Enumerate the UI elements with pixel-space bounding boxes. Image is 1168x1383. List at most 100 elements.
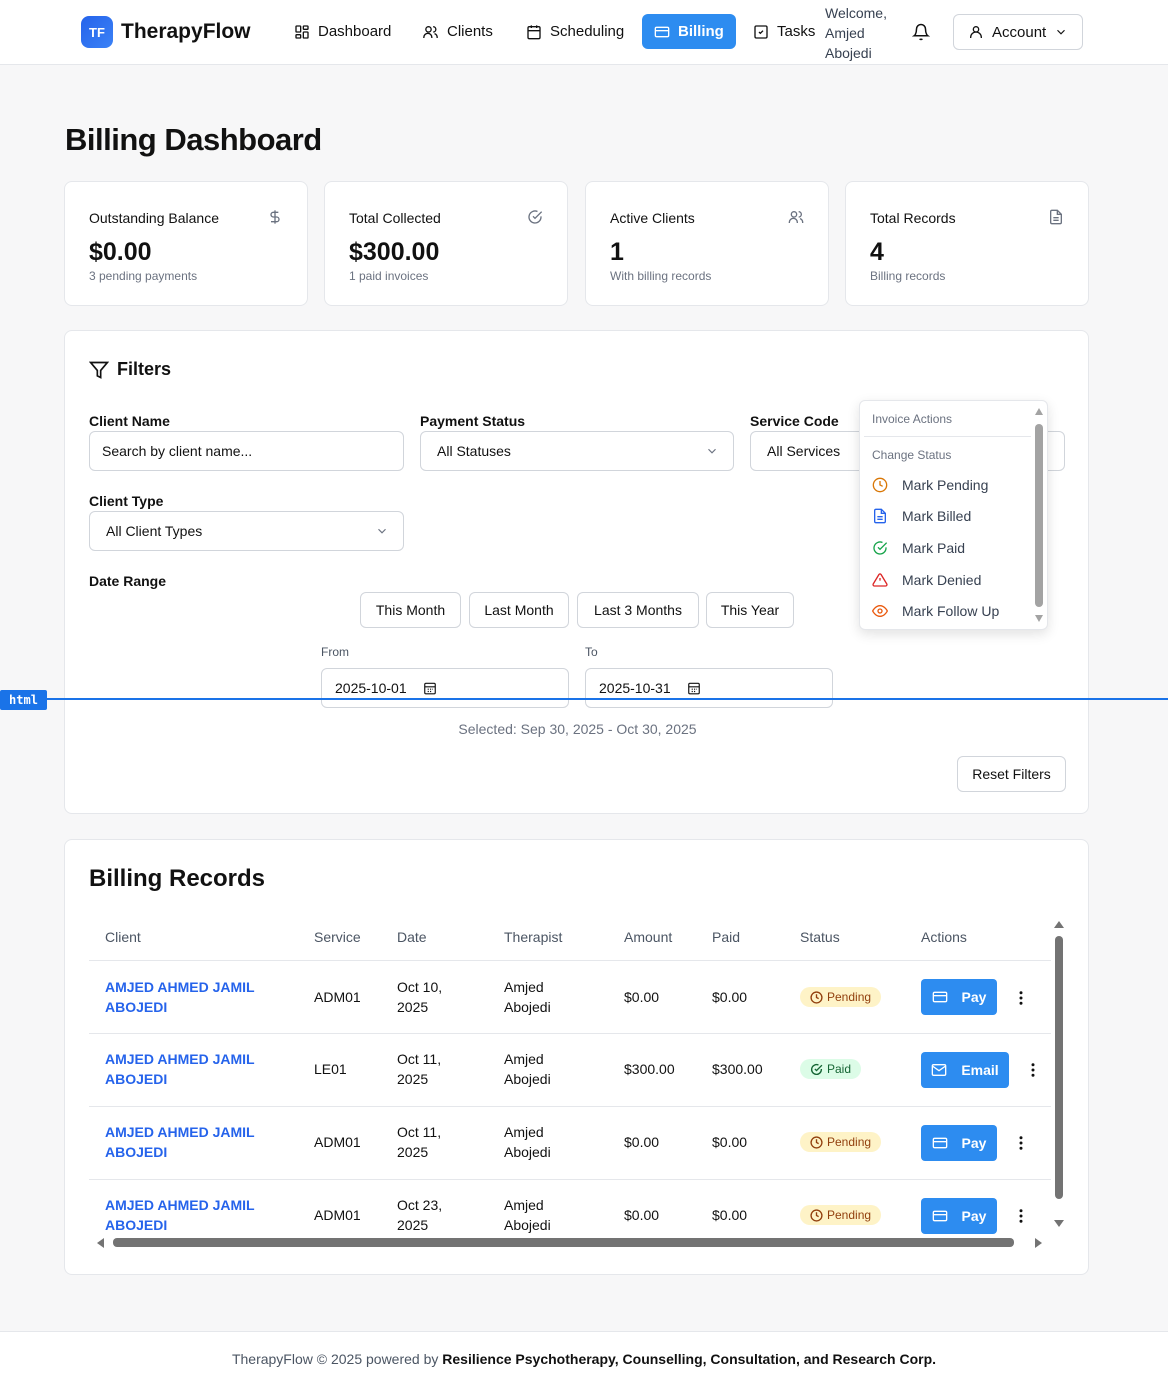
payment-status-select[interactable]: All Statuses: [420, 431, 734, 471]
menu-scroll-down-arrow[interactable]: [1035, 615, 1043, 622]
reset-filters-button[interactable]: Reset Filters: [957, 756, 1066, 792]
more-vertical-icon[interactable]: [1024, 1061, 1042, 1079]
status-badge: Pending: [800, 987, 882, 1007]
menu-item-label: Mark Billed: [902, 508, 972, 524]
column-header-amount[interactable]: Amount: [624, 929, 672, 945]
from-label: From: [321, 645, 349, 659]
from-date-input[interactable]: 2025-10-01: [321, 668, 569, 708]
table-scroll-up-arrow[interactable]: [1054, 921, 1064, 928]
menu-scroll-up-arrow[interactable]: [1035, 408, 1043, 415]
email-button[interactable]: Email: [921, 1052, 1009, 1088]
nav-label: Dashboard: [318, 23, 392, 40]
client-link[interactable]: AMJED AHMED JAMIL ABOJEDI: [105, 1049, 265, 1089]
this-month-button[interactable]: This Month: [360, 592, 461, 628]
pay-button[interactable]: Pay: [921, 1198, 997, 1234]
menu-item-mark-billed[interactable]: Mark Billed: [872, 504, 971, 528]
column-header-client[interactable]: Client: [105, 929, 141, 945]
nav-label: Clients: [447, 23, 493, 40]
chevron-down-icon: [375, 524, 389, 538]
table-scroll-right-arrow[interactable]: [1035, 1238, 1042, 1248]
pay-button[interactable]: Pay: [921, 1125, 997, 1161]
from-date-value: 2025-10-01: [335, 680, 407, 696]
client-link[interactable]: AMJED AHMED JAMIL ABOJEDI: [105, 1195, 265, 1235]
account-label: Account: [992, 23, 1047, 41]
app-name: TherapyFlow: [121, 20, 251, 43]
users-icon: [788, 209, 804, 225]
calendar-icon[interactable]: [687, 681, 701, 695]
logo: TF: [81, 16, 113, 48]
menu-scrollbar-thumb[interactable]: [1035, 424, 1043, 607]
client-link[interactable]: AMJED AHMED JAMIL ABOJEDI: [105, 977, 265, 1017]
to-date-value: 2025-10-31: [599, 680, 671, 696]
menu-item-mark-pending[interactable]: Mark Pending: [872, 473, 988, 497]
column-header-actions: Actions: [921, 929, 967, 945]
nav-clients[interactable]: Clients: [410, 14, 505, 49]
status-badge: Paid: [800, 1059, 862, 1079]
menu-divider: [864, 436, 1031, 437]
client-link[interactable]: AMJED AHMED JAMIL ABOJEDI: [105, 1122, 265, 1162]
stat-value: $300.00: [349, 238, 440, 266]
nav-label: Tasks: [777, 23, 816, 40]
nav-billing[interactable]: Billing: [642, 14, 736, 49]
table-scroll-left-arrow[interactable]: [97, 1238, 104, 1248]
client-name-input[interactable]: Search by client name...: [89, 431, 404, 471]
calendar-icon[interactable]: [423, 681, 437, 695]
users-icon: [422, 24, 439, 40]
date-cell: Oct 11, 2025: [397, 1051, 442, 1087]
more-vertical-icon[interactable]: [1012, 989, 1030, 1007]
filter-icon: [89, 360, 109, 380]
menu-item-mark-follow-up[interactable]: Mark Follow Up: [872, 599, 999, 623]
last-month-button[interactable]: Last Month: [469, 592, 569, 628]
column-header-date[interactable]: Date: [397, 929, 427, 945]
column-header-paid[interactable]: Paid: [712, 929, 740, 945]
stat-sub: 1 paid invoices: [349, 269, 429, 283]
date-cell: Oct 11, 2025: [397, 1124, 442, 1160]
paid-cell: $0.00: [712, 1207, 748, 1223]
pay-button[interactable]: Pay: [921, 979, 997, 1015]
paid-cell: $0.00: [712, 989, 748, 1005]
stat-card-collected: Total Collected $300.00 1 paid invoices: [324, 181, 568, 306]
nav-scheduling[interactable]: Scheduling: [514, 14, 636, 49]
check-circle-icon: [527, 209, 543, 225]
service-cell: ADM01: [314, 1207, 361, 1223]
status-text: Pending: [827, 990, 872, 1004]
row-divider: [89, 1106, 1051, 1107]
therapist-cell: Amjed Abojedi: [504, 1051, 551, 1087]
brand[interactable]: TF TherapyFlow: [81, 16, 251, 48]
stat-card-outstanding: Outstanding Balance $0.00 3 pending paym…: [64, 181, 308, 306]
selected-range-text: Selected: Sep 30, 2025 - Oct 30, 2025: [458, 721, 697, 737]
client-type-value: All Client Types: [106, 523, 203, 539]
row-divider: [89, 1033, 1051, 1034]
paid-cell: $300.00: [712, 1061, 763, 1077]
amount-cell: $0.00: [624, 1134, 660, 1150]
top-navbar: TF TherapyFlow Dashboard Clients Schedul…: [0, 0, 1168, 65]
payment-status-label: Payment Status: [420, 413, 526, 429]
clock-icon: [810, 1135, 823, 1149]
client-type-select[interactable]: All Client Types: [89, 511, 404, 551]
more-vertical-icon[interactable]: [1012, 1207, 1030, 1225]
payment-status-value: All Statuses: [437, 443, 511, 459]
bell-icon[interactable]: [912, 23, 930, 41]
table-vertical-scrollbar[interactable]: [1055, 936, 1063, 1199]
column-header-status[interactable]: Status: [800, 929, 840, 945]
account-button[interactable]: Account: [953, 14, 1083, 50]
menu-item-mark-denied[interactable]: Mark Denied: [872, 568, 981, 592]
action-label: Pay: [961, 989, 987, 1005]
menu-item-mark-paid[interactable]: Mark Paid: [872, 536, 965, 560]
row-divider: [89, 1179, 1051, 1180]
last-3-months-button[interactable]: Last 3 Months: [577, 592, 699, 628]
nav-dashboard[interactable]: Dashboard: [282, 14, 403, 49]
table-scroll-down-arrow[interactable]: [1054, 1220, 1064, 1227]
nav-tasks[interactable]: Tasks: [741, 14, 827, 49]
to-date-input[interactable]: 2025-10-31: [585, 668, 833, 708]
table-horizontal-scrollbar[interactable]: [113, 1238, 1014, 1247]
paid-cell: $0.00: [712, 1134, 748, 1150]
column-header-service[interactable]: Service: [314, 929, 361, 945]
filters-title: Filters: [117, 359, 172, 379]
this-year-button[interactable]: This Year: [706, 592, 794, 628]
calendar-icon: [526, 24, 542, 40]
column-header-therapist[interactable]: Therapist: [504, 929, 562, 945]
footer: TherapyFlow © 2025 powered by Resilience…: [0, 1331, 1168, 1383]
more-vertical-icon[interactable]: [1012, 1134, 1030, 1152]
date-cell: Oct 23, 2025: [397, 1197, 443, 1233]
